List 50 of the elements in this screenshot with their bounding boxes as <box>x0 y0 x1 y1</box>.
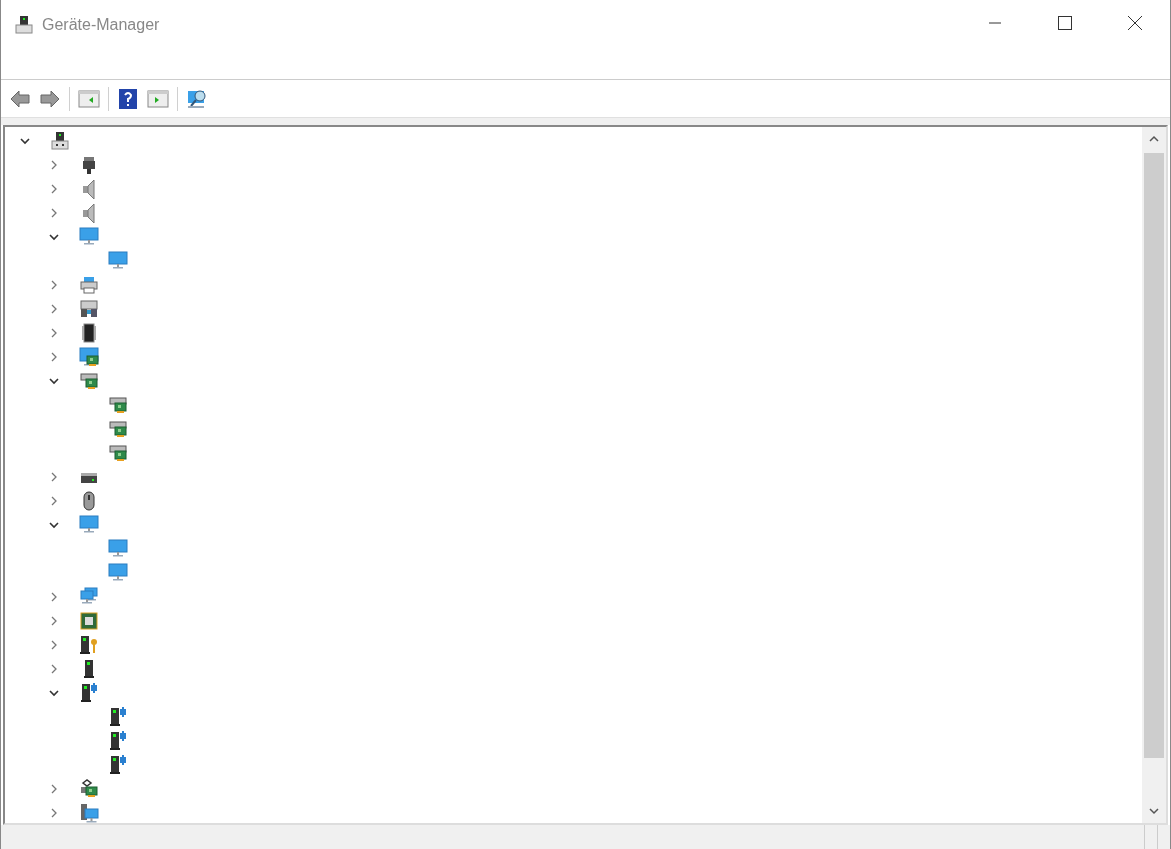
scroll-down-icon <box>1149 807 1159 815</box>
printer-icon <box>79 275 99 295</box>
security-icon <box>79 635 99 655</box>
chevron-right-icon[interactable] <box>49 352 59 362</box>
monitor-icon <box>79 515 99 535</box>
card-icon <box>79 371 99 391</box>
chevron-down-icon[interactable] <box>49 520 59 530</box>
app-icon <box>14 15 34 35</box>
monitor-icon <box>108 251 128 271</box>
chevron-right-icon[interactable] <box>49 592 59 602</box>
chevron-right-icon[interactable] <box>49 208 59 218</box>
chevron-right-icon[interactable] <box>49 280 59 290</box>
chip-icon <box>79 323 99 343</box>
keyboard-icon <box>79 299 99 319</box>
tower-plugin-icon <box>79 683 99 703</box>
chevron-down-icon[interactable] <box>49 376 59 386</box>
network-icon <box>79 587 99 607</box>
chevron-right-icon[interactable] <box>49 784 59 794</box>
close-icon <box>1128 16 1142 30</box>
monitor-icon <box>79 227 99 247</box>
chevron-down-icon[interactable] <box>49 232 59 242</box>
processor-icon <box>79 611 99 631</box>
system-icon <box>79 803 99 823</box>
chevron-down-icon[interactable] <box>20 136 30 146</box>
computer-icon <box>50 131 70 151</box>
scroll-up-icon <box>1149 135 1159 143</box>
tower-plugin-icon <box>108 755 128 775</box>
chevron-right-icon[interactable] <box>49 808 59 818</box>
chevron-right-icon[interactable] <box>49 496 59 506</box>
chevron-right-icon[interactable] <box>49 664 59 674</box>
maximize-icon <box>1058 16 1072 30</box>
card-icon <box>108 443 128 463</box>
chevron-right-icon[interactable] <box>49 184 59 194</box>
tower-plugin-icon <box>108 707 128 727</box>
scrollbar[interactable] <box>1142 127 1166 823</box>
chevron-right-icon[interactable] <box>49 616 59 626</box>
chevron-right-icon[interactable] <box>49 640 59 650</box>
chevron-down-icon[interactable] <box>49 688 59 698</box>
tower-plugin-icon <box>108 731 128 751</box>
monitor-icon <box>108 539 128 559</box>
chevron-right-icon[interactable] <box>49 472 59 482</box>
chevron-right-icon[interactable] <box>49 328 59 338</box>
display-card-icon <box>79 347 99 367</box>
chevron-right-icon[interactable] <box>49 304 59 314</box>
controller-icon <box>79 779 99 799</box>
chevron-right-icon[interactable] <box>49 160 59 170</box>
card-icon <box>108 395 128 415</box>
window-title: Geräte-Manager <box>42 15 160 35</box>
card-icon <box>108 419 128 439</box>
monitor-icon <box>108 563 128 583</box>
